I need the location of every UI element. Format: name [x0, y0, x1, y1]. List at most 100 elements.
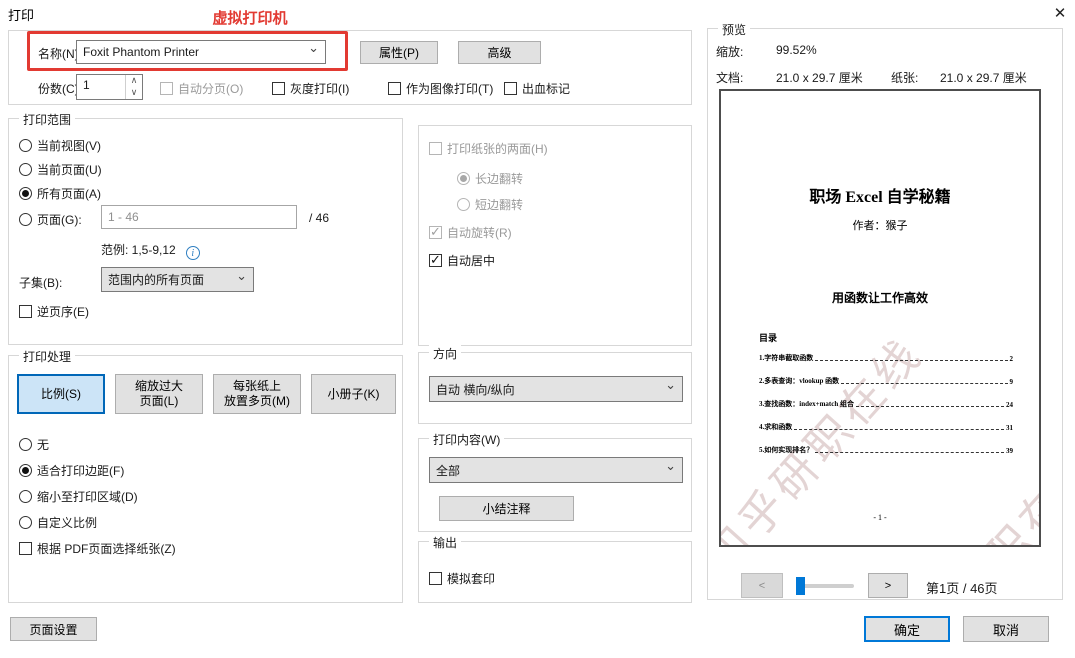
pages-total: / 46 — [309, 211, 329, 225]
ok-button[interactable]: 确定 — [864, 616, 950, 642]
print-handling-group: 打印处理 比例(S) 缩放过大页面(L) 每张纸上放置多页(M) 小册子(K) … — [8, 355, 403, 603]
doc-size-value: 21.0 x 29.7 厘米 — [776, 69, 863, 86]
toc-leader — [794, 429, 1004, 430]
radio-icon — [19, 490, 32, 503]
virtual-printer-annotation: 虚拟打印机 — [150, 7, 350, 28]
paper-size-label: 纸张: — [891, 69, 918, 86]
radio-fit-margins[interactable]: 适合打印边距(F) — [19, 462, 124, 479]
print-as-image-checkbox[interactable]: 作为图像打印(T) — [388, 80, 493, 97]
bleed-marks-checkbox[interactable]: 出血标记 — [504, 80, 570, 97]
chevron-down-icon — [665, 465, 676, 475]
zoom-value: 99.52% — [776, 43, 817, 57]
orientation-select-value: 自动 横向/纵向 — [436, 381, 665, 398]
auto-rotate-checkbox[interactable]: 自动旋转(R) — [429, 224, 512, 241]
radio-icon — [19, 516, 32, 529]
radio-custom-scale[interactable]: 自定义比例 — [19, 514, 97, 531]
next-page-button[interactable]: > — [868, 573, 908, 598]
checkbox-icon — [272, 82, 285, 95]
toc-item: 3.查找函数：index+match 组合24 — [759, 399, 1013, 409]
properties-button[interactable]: 属性(P) — [360, 41, 438, 64]
checkbox-icon — [160, 82, 173, 95]
orientation-title: 方向 — [429, 345, 461, 362]
simulate-overprint-checkbox[interactable]: 模拟套印 — [429, 570, 495, 587]
checkbox-icon — [19, 305, 32, 318]
checkbox-icon — [429, 142, 442, 155]
tab-multiple-per-sheet[interactable]: 每张纸上放置多页(M) — [213, 374, 301, 414]
copies-stepper[interactable]: 1 — [76, 74, 143, 100]
radio-icon — [19, 438, 32, 451]
printer-select[interactable]: Foxit Phantom Printer — [76, 40, 326, 64]
close-icon[interactable] — [1050, 4, 1070, 24]
toc-leader — [841, 383, 1007, 384]
checkbox-icon — [429, 226, 442, 239]
checkbox-icon — [429, 572, 442, 585]
radio-icon — [19, 213, 32, 226]
info-icon[interactable] — [186, 246, 200, 260]
print-content-select-value: 全部 — [436, 462, 665, 479]
collate-checkbox[interactable]: 自动分页(O) — [160, 80, 243, 97]
orientation-group: 方向 自动 横向/纵向 — [418, 352, 692, 424]
print-content-title: 打印内容(W) — [429, 431, 504, 448]
subset-select[interactable]: 范围内的所有页面 — [101, 267, 254, 292]
pages-example: 范例: 1,5-9,12 — [101, 241, 200, 260]
radio-icon — [457, 198, 470, 211]
stepper-down-icon[interactable] — [126, 87, 142, 99]
copies-value: 1 — [77, 75, 125, 99]
prev-page-button[interactable]: < — [741, 573, 783, 598]
orientation-select[interactable]: 自动 横向/纵向 — [429, 376, 683, 402]
toc-item: 5.如何实现排名？39 — [759, 445, 1013, 455]
subset-select-value: 范围内的所有页面 — [108, 271, 236, 288]
stepper-up-icon[interactable] — [126, 75, 142, 87]
radio-flip-short-edge[interactable]: 短边翻转 — [457, 196, 523, 213]
cancel-button[interactable]: 取消 — [963, 616, 1049, 642]
radio-pages[interactable]: 页面(G): — [19, 211, 82, 228]
zoom-label: 缩放: — [716, 43, 743, 60]
doc-size-label: 文档: — [716, 69, 743, 86]
preview-group: 预览 缩放: 99.52% 文档: 21.0 x 29.7 厘米 纸张: 21.… — [707, 28, 1063, 600]
pages-input[interactable] — [101, 205, 297, 229]
print-range-group: 打印范围 当前视图(V) 当前页面(U) 所有页面(A) 页面(G): / 46… — [8, 118, 403, 345]
radio-current-page[interactable]: 当前页面(U) — [19, 161, 102, 178]
tab-scale[interactable]: 比例(S) — [17, 374, 105, 414]
print-dialog: { "dialog": { "title": "打印" }, "annotati… — [0, 0, 1075, 658]
reverse-order-checkbox[interactable]: 逆页序(E) — [19, 303, 89, 320]
document-title: 职场 Excel 自学秘籍 — [721, 183, 1039, 207]
chevron-down-icon — [236, 275, 247, 285]
summarize-comments-button[interactable]: 小结注释 — [439, 496, 574, 521]
advanced-button[interactable]: 高级 — [458, 41, 541, 64]
preview-page[interactable]: 知乎研职在线 知乎研职在线 职场 Excel 自学秘籍 作者：猴子 用函数让工作… — [719, 89, 1041, 547]
radio-current-view[interactable]: 当前视图(V) — [19, 137, 101, 154]
toc-leader — [815, 360, 1007, 361]
tab-booklet[interactable]: 小册子(K) — [311, 374, 396, 414]
radio-shrink-to-area[interactable]: 缩小至打印区域(D) — [19, 488, 138, 505]
radio-icon — [19, 163, 32, 176]
print-range-title: 打印范围 — [19, 111, 75, 128]
toc-leader — [815, 452, 1004, 453]
radio-flip-long-edge[interactable]: 长边翻转 — [457, 170, 523, 187]
radio-icon — [457, 172, 470, 185]
printer-select-value: Foxit Phantom Printer — [83, 45, 308, 59]
grayscale-checkbox[interactable]: 灰度打印(I) — [272, 80, 349, 97]
print-content-group: 打印内容(W) 全部 小结注释 — [418, 438, 692, 532]
subset-label: 子集(B): — [19, 274, 62, 291]
checkbox-icon — [388, 82, 401, 95]
print-content-select[interactable]: 全部 — [429, 457, 683, 483]
preview-title: 预览 — [718, 21, 750, 38]
document-page-number: - 1 - — [721, 513, 1039, 522]
both-sides-checkbox[interactable]: 打印纸张的两面(H) — [429, 140, 548, 157]
auto-center-checkbox[interactable]: 自动居中 — [429, 252, 495, 269]
radio-scale-none[interactable]: 无 — [19, 436, 49, 453]
document-subtitle: 用函数让工作高效 — [721, 289, 1039, 306]
radio-icon — [19, 187, 32, 200]
page-setup-button[interactable]: 页面设置 — [10, 617, 97, 641]
checkbox-icon — [504, 82, 517, 95]
toc-leader — [856, 406, 1004, 407]
tab-shrink-oversized[interactable]: 缩放过大页面(L) — [115, 374, 203, 414]
radio-all-pages[interactable]: 所有页面(A) — [19, 185, 101, 202]
chevron-down-icon — [665, 384, 676, 394]
checkbox-icon — [19, 542, 32, 555]
checkbox-icon — [429, 254, 442, 267]
page-slider-thumb[interactable] — [796, 577, 805, 595]
chevron-down-icon — [308, 47, 319, 57]
paper-by-pdf-checkbox[interactable]: 根据 PDF页面选择纸张(Z) — [19, 540, 176, 557]
